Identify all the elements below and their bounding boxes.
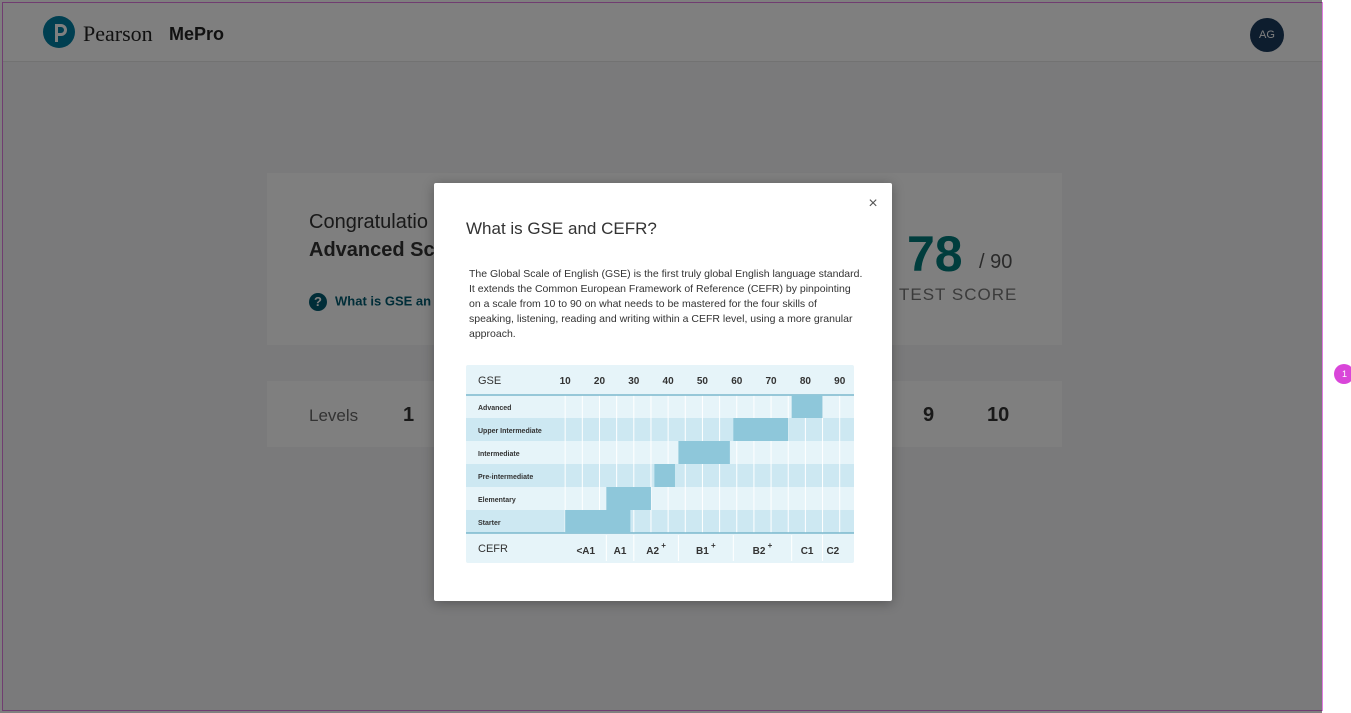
level-bar (565, 510, 631, 533)
gse-tick-label: 70 (766, 376, 778, 387)
cefr-band-label: C1 (801, 546, 814, 557)
modal-description: The Global Scale of English (GSE) is the… (469, 268, 863, 340)
level-row-label: Upper Intermediate (478, 428, 542, 435)
level-row-label: Starter (478, 520, 501, 527)
gse-tick-label: 90 (834, 376, 846, 387)
cefr-band-label: A1 (614, 546, 627, 557)
modal-title: What is GSE and CEFR? (466, 219, 657, 238)
close-icon[interactable]: × (864, 195, 882, 213)
side-notification-badge[interactable]: 1 (1334, 364, 1351, 384)
gse-axis-label: GSE (478, 375, 501, 387)
level-row-label: Advanced (478, 405, 511, 412)
gse-tick-label: 10 (560, 376, 572, 387)
level-row-label: Intermediate (478, 451, 520, 458)
cefr-band-label: <A1 (576, 546, 595, 557)
level-bar (791, 395, 823, 418)
cefr-band-label: C2 (826, 546, 839, 557)
level-bar (733, 418, 789, 441)
gse-tick-label: 40 (663, 376, 675, 387)
level-bar (678, 441, 730, 464)
level-bar (606, 487, 651, 510)
gse-tick-label: 60 (731, 376, 743, 387)
gse-tick-label: 50 (697, 376, 709, 387)
gse-tick-label: 80 (800, 376, 812, 387)
level-row-label: Elementary (478, 497, 516, 504)
level-row-band (466, 487, 854, 510)
gse-cefr-chart: GSE 10 20 30 40 50 60 70 80 90 Advanced Upper Inter… (466, 365, 854, 563)
gse-tick-label: 20 (594, 376, 606, 387)
cefr-axis-label: CEFR (478, 543, 508, 555)
level-row-label: Pre-intermediate (478, 474, 533, 481)
level-row-band (466, 441, 854, 464)
level-row-band (466, 510, 854, 533)
gse-cefr-modal: × What is GSE and CEFR? The Global Scale… (434, 183, 892, 601)
gse-tick-label: 30 (628, 376, 640, 387)
level-bar (654, 464, 675, 487)
